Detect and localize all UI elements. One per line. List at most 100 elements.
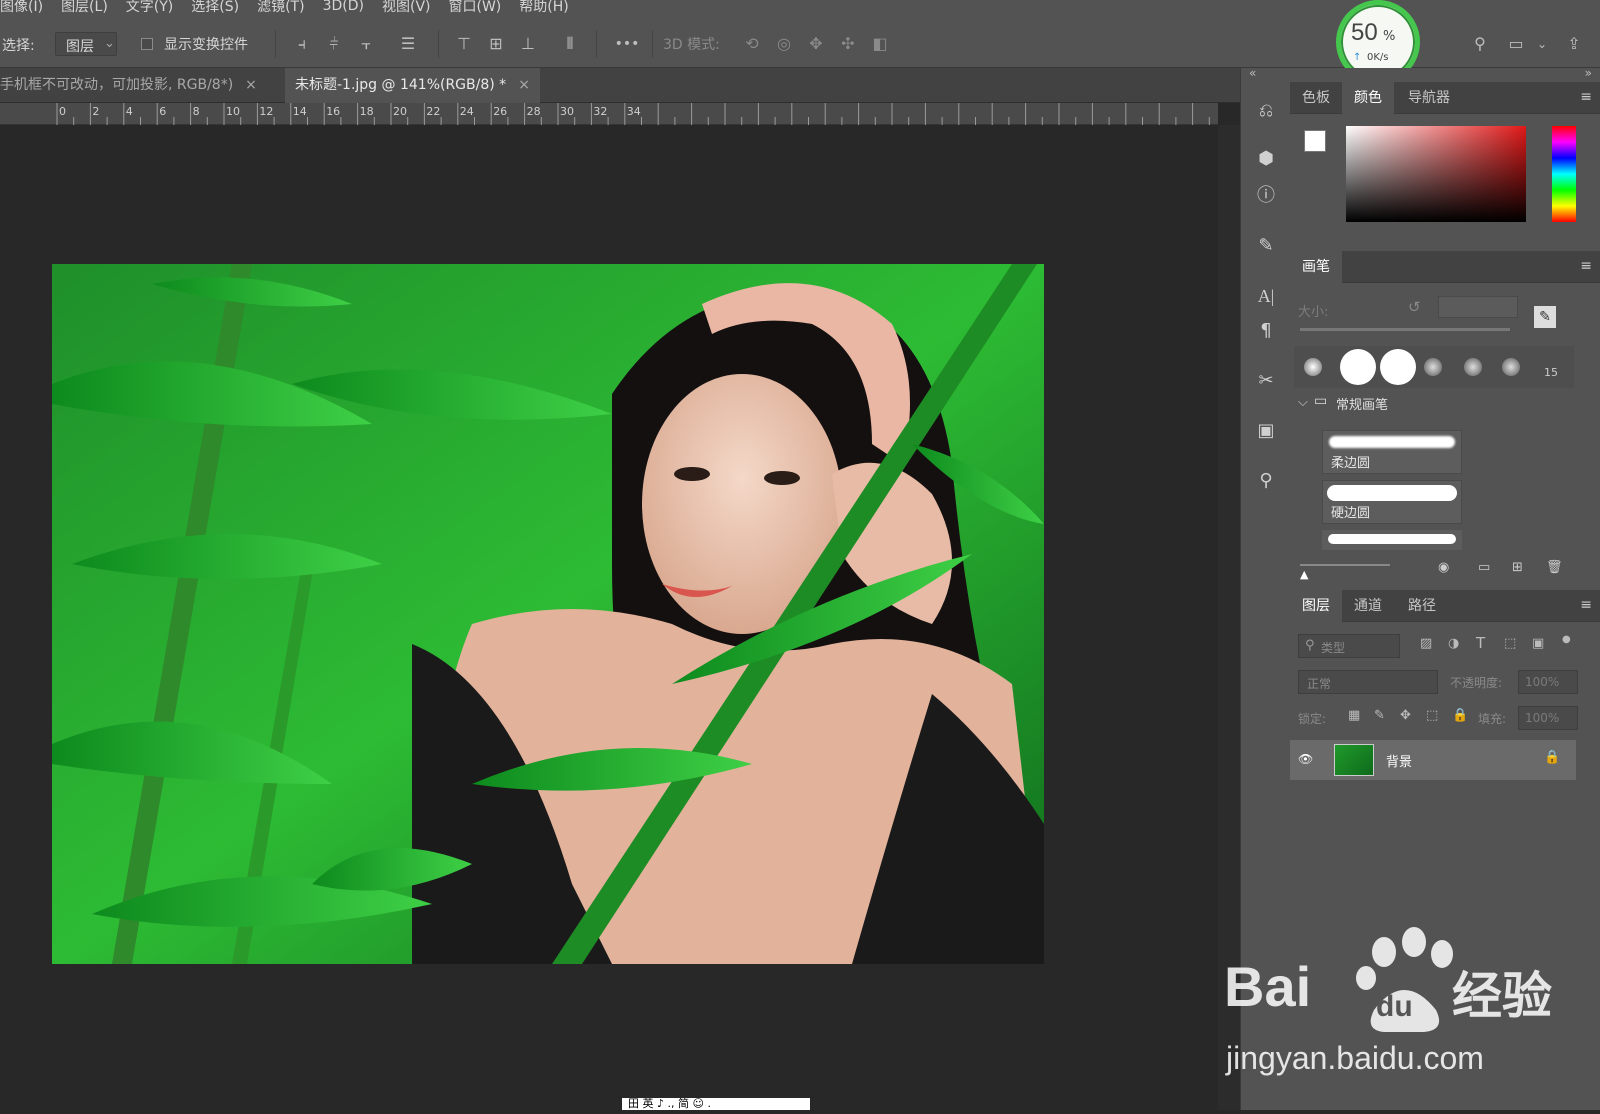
- show-transform-checkbox[interactable]: [141, 38, 153, 50]
- filter-pixel-icon[interactable]: ▨: [1420, 636, 1432, 651]
- lock-paint-icon[interactable]: ✎: [1374, 708, 1385, 723]
- lock-icon[interactable]: 🔒: [1544, 750, 1560, 765]
- layer-name[interactable]: 背景: [1386, 751, 1412, 770]
- brush-preset-soft[interactable]: [1464, 358, 1482, 376]
- menu-image[interactable]: 图像(I): [0, 0, 43, 16]
- more-options-icon[interactable]: •••: [612, 32, 642, 56]
- properties-icon[interactable]: ▣: [1253, 418, 1279, 444]
- layer-filter-dropdown[interactable]: ⚲ 类型: [1298, 634, 1400, 658]
- tab-document-1[interactable]: 手机框不可改动，可加投影, RGB/8*) ×: [0, 68, 267, 103]
- reset-icon[interactable]: ↺: [1408, 298, 1421, 316]
- ime-toolbar[interactable]: 田 英 ♪ ., 简 ☺ .: [622, 1098, 810, 1110]
- layer-row-background[interactable]: 👁 背景 🔒: [1290, 740, 1576, 780]
- filter-smart-object-icon[interactable]: ▣: [1532, 636, 1544, 651]
- tab-document-2[interactable]: 未标题-1.jpg @ 141%(RGB/8) * ×: [285, 68, 540, 103]
- close-icon[interactable]: ×: [245, 77, 257, 93]
- menu-select[interactable]: 选择(S): [191, 0, 239, 16]
- brush-preset-hard[interactable]: [1380, 349, 1416, 385]
- foreground-color-swatch[interactable]: [1304, 130, 1326, 152]
- collapse-right-icon[interactable]: »: [1585, 66, 1592, 80]
- lock-position-icon[interactable]: ✥: [1400, 708, 1411, 723]
- tools-icon[interactable]: ✂: [1253, 368, 1279, 394]
- panel-menu-icon[interactable]: ≡: [1580, 258, 1592, 274]
- panel-menu-icon[interactable]: ≡: [1580, 597, 1592, 613]
- share-icon[interactable]: ⇪: [1562, 32, 1586, 56]
- brush-item-soft-round[interactable]: 柔边圆: [1322, 430, 1462, 474]
- tab-navigator[interactable]: 导航器: [1396, 82, 1462, 114]
- fill-input[interactable]: 100%: [1518, 706, 1578, 730]
- hue-slider[interactable]: [1552, 126, 1576, 222]
- tab-color[interactable]: 颜色: [1342, 82, 1394, 114]
- tab-paths[interactable]: 路径: [1396, 590, 1448, 622]
- trash-icon[interactable]: 🗑: [1546, 560, 1563, 575]
- tab-channels[interactable]: 通道: [1342, 590, 1394, 622]
- brush-preset-hard[interactable]: [1340, 349, 1376, 385]
- filter-shape-icon[interactable]: ⬚: [1504, 636, 1516, 651]
- align-right-icon[interactable]: ⫟: [354, 32, 378, 56]
- menu-type[interactable]: 文字(Y): [126, 0, 173, 16]
- brush-preset-soft[interactable]: [1502, 358, 1520, 376]
- pan-3d-icon[interactable]: ✥: [804, 32, 828, 56]
- blend-mode-dropdown[interactable]: 正常: [1298, 670, 1438, 694]
- brush-preset-soft[interactable]: [1304, 358, 1322, 376]
- align-top-icon[interactable]: ⊤: [452, 32, 476, 56]
- close-icon[interactable]: ×: [518, 77, 530, 93]
- new-brush-icon[interactable]: ✎: [1534, 306, 1556, 328]
- color-picker-field[interactable]: [1346, 126, 1526, 222]
- document-image[interactable]: [52, 264, 1044, 964]
- orbit-3d-icon[interactable]: ⟲: [740, 32, 764, 56]
- lock-artboard-icon[interactable]: ⬚: [1426, 708, 1438, 723]
- align-left-icon[interactable]: ⫞: [290, 32, 314, 56]
- menu-filter[interactable]: 滤镜(T): [257, 0, 304, 16]
- history-icon[interactable]: ⎌: [1253, 98, 1279, 124]
- tab-brushes[interactable]: 画笔: [1290, 251, 1342, 283]
- panel-menu-icon[interactable]: ≡: [1580, 89, 1592, 105]
- search-icon[interactable]: ⚲: [1468, 32, 1492, 56]
- opacity-input[interactable]: 100%: [1518, 670, 1578, 694]
- new-group-icon[interactable]: ▭: [1478, 560, 1490, 575]
- brush-size-slider[interactable]: [1300, 328, 1510, 331]
- align-bottom-icon[interactable]: ⊥: [516, 32, 540, 56]
- distribute-icon[interactable]: ☰: [396, 32, 420, 56]
- filter-adjustment-icon[interactable]: ◑: [1448, 636, 1459, 651]
- brush-item-hard-round[interactable]: 硬边圆: [1322, 480, 1462, 524]
- paragraph-icon[interactable]: ¶: [1253, 318, 1279, 344]
- select-dropdown[interactable]: 图层 ⌄: [55, 32, 117, 56]
- lock-transparency-icon[interactable]: ▦: [1348, 708, 1360, 723]
- brush-item[interactable]: [1322, 530, 1462, 550]
- roll-3d-icon[interactable]: ◎: [772, 32, 796, 56]
- menu-view[interactable]: 视图(V): [382, 0, 431, 16]
- align-middle-icon[interactable]: ⊞: [484, 32, 508, 56]
- filter-toggle-icon[interactable]: ●: [1562, 634, 1571, 645]
- align-center-icon[interactable]: ⫩: [322, 32, 346, 56]
- camera-3d-icon[interactable]: ◧: [868, 32, 892, 56]
- filter-type-icon[interactable]: T: [1476, 634, 1485, 652]
- character-icon[interactable]: A|: [1253, 283, 1279, 309]
- menu-help[interactable]: 帮助(H): [519, 0, 568, 16]
- brush-preview-size-slider[interactable]: [1300, 564, 1390, 566]
- tab-swatches[interactable]: 色板: [1290, 82, 1342, 114]
- collapse-left-icon[interactable]: «: [1249, 66, 1256, 80]
- 3d-panel-icon[interactable]: ⬢: [1253, 146, 1279, 172]
- visibility-toggle-icon[interactable]: ◉: [1438, 560, 1449, 575]
- distribute-vertical-icon[interactable]: ⫴: [558, 32, 582, 56]
- chevron-down-icon[interactable]: ⌵: [1298, 395, 1308, 410]
- brush-folder-label[interactable]: 常规画笔: [1336, 394, 1388, 413]
- slide-3d-icon[interactable]: ✣: [836, 32, 860, 56]
- tab-layers[interactable]: 图层: [1290, 590, 1342, 622]
- brush-size-input[interactable]: [1438, 296, 1518, 318]
- brush-preset-soft[interactable]: [1424, 358, 1442, 376]
- workspace-icon[interactable]: ▭: [1504, 32, 1528, 56]
- eye-icon[interactable]: 👁: [1298, 752, 1313, 766]
- info-icon[interactable]: ⓘ: [1253, 183, 1279, 209]
- chevron-down-icon[interactable]: ⌄: [1530, 32, 1554, 56]
- lock-all-icon[interactable]: 🔒: [1452, 708, 1468, 723]
- menu-window[interactable]: 窗口(W): [449, 0, 502, 16]
- menu-3d[interactable]: 3D(D): [323, 0, 364, 14]
- menu-layer[interactable]: 图层(L): [61, 0, 108, 16]
- fill-value: 100%: [1525, 711, 1560, 725]
- clone-source-icon[interactable]: ⚲: [1253, 468, 1279, 494]
- new-brush-icon[interactable]: ⊞: [1512, 560, 1523, 575]
- brush-preset-size[interactable]: 15: [1544, 366, 1558, 379]
- brush-settings-icon[interactable]: ✎: [1253, 233, 1279, 259]
